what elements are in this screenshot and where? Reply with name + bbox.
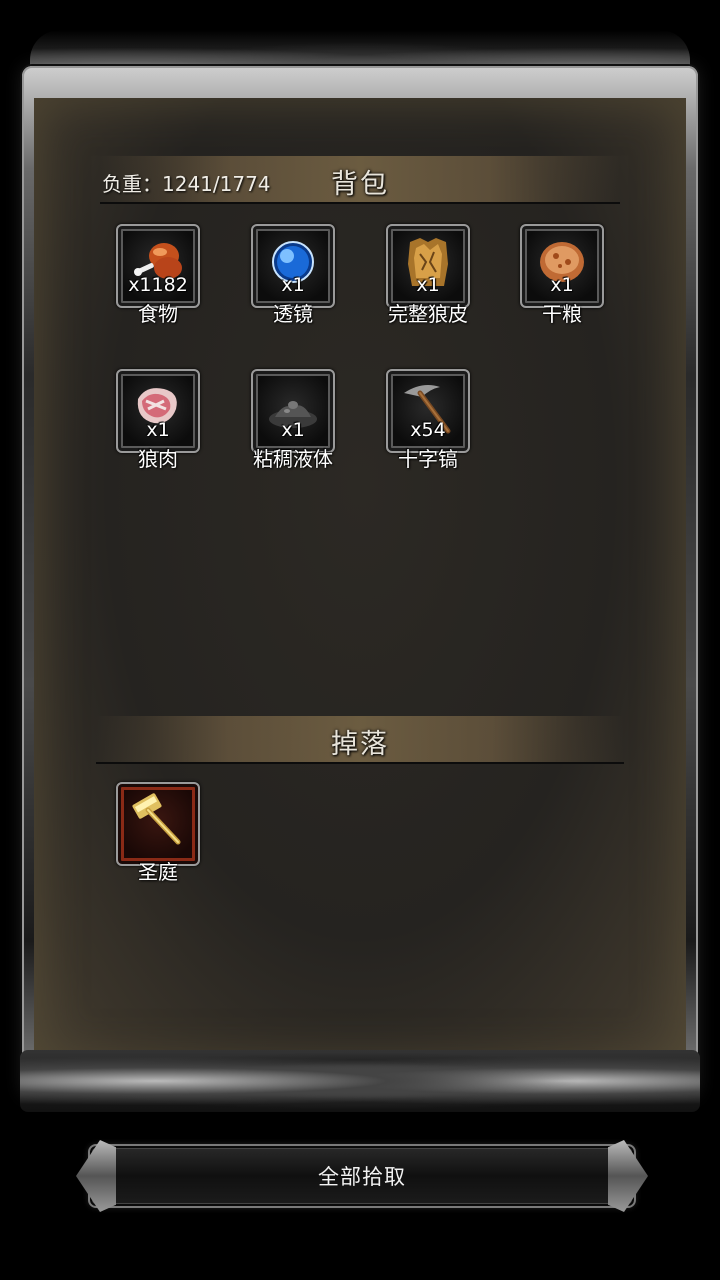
item-name: 干粮 bbox=[542, 302, 582, 326]
backpack-item-lens[interactable]: x1 透镜 bbox=[251, 224, 335, 326]
item-name: 狼肉 bbox=[138, 447, 178, 471]
item-name: 透镜 bbox=[273, 302, 313, 326]
drops-title: 掉落 bbox=[331, 729, 389, 760]
backpack-item-wolf-meat[interactable]: x1 狼肉 bbox=[116, 369, 200, 471]
item-name: 粘稠液体 bbox=[253, 447, 333, 471]
backpack-item-wolf-pelt[interactable]: x1 完整狼皮 bbox=[386, 224, 470, 326]
item-name: 圣庭 bbox=[138, 860, 178, 884]
pickup-all-label: 全部拾取 bbox=[318, 1165, 406, 1189]
backpack-item-sticky-liquid[interactable]: x1 粘稠液体 bbox=[251, 369, 335, 471]
backpack-item-pickaxe[interactable]: x54 十字镐 bbox=[386, 369, 470, 471]
backpack-header: 负重：1241/1774 背包 bbox=[100, 156, 620, 204]
item-count: x1182 bbox=[128, 274, 188, 296]
item-count: x1 bbox=[281, 419, 305, 441]
item-count: x1 bbox=[146, 419, 170, 441]
item-count: x54 bbox=[410, 419, 446, 441]
item-count: x1 bbox=[550, 274, 574, 296]
item-name: 十字镐 bbox=[398, 447, 458, 471]
item-name: 食物 bbox=[138, 302, 178, 326]
item-name: 完整狼皮 bbox=[388, 302, 468, 326]
golden-hammer-icon bbox=[132, 793, 181, 845]
frame-bottom-ornament bbox=[20, 1050, 700, 1112]
item-count: x1 bbox=[281, 274, 305, 296]
pickup-all-button[interactable]: 全部拾取 bbox=[76, 1140, 636, 1212]
backpack-title: 背包 bbox=[331, 169, 389, 200]
backpack-item-food[interactable]: x1182 食物 bbox=[116, 224, 200, 326]
drop-item-holy-court[interactable]: 圣庭 bbox=[116, 782, 200, 884]
item-count: x1 bbox=[416, 274, 440, 296]
drops-header: 掉落 bbox=[96, 716, 624, 764]
backpack-item-dry-rations[interactable]: x1 干粮 bbox=[520, 224, 604, 326]
